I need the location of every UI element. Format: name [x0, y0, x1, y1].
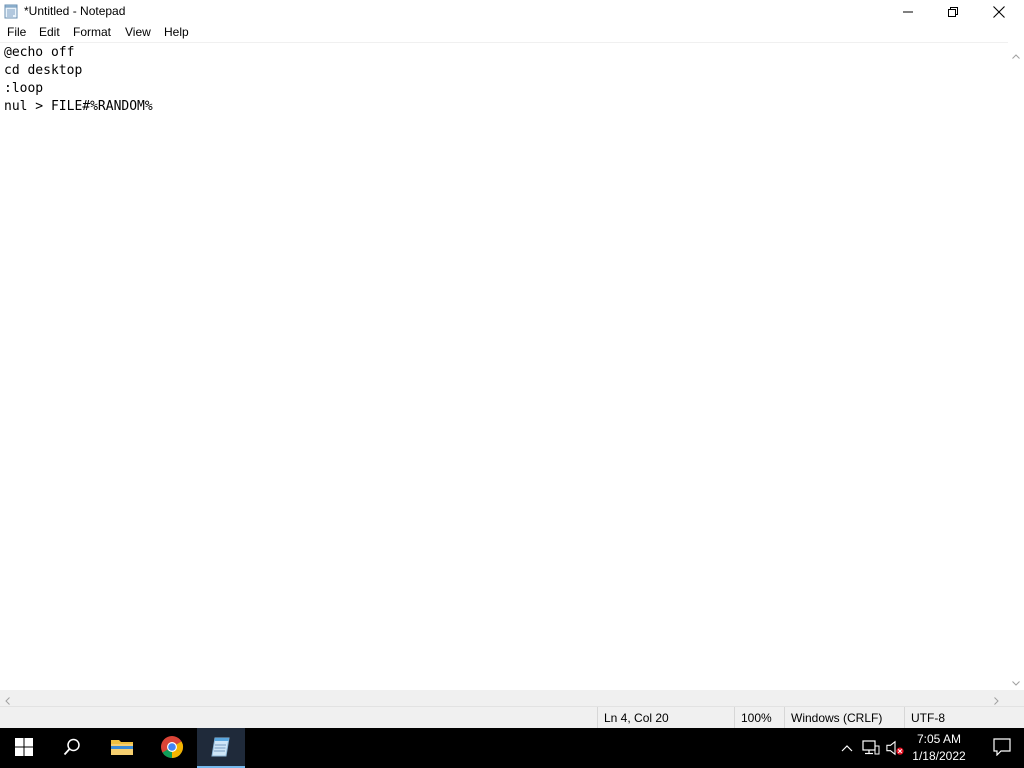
horizontal-scrollbar[interactable]	[0, 690, 1008, 706]
status-bar: Ln 4, Col 20 100% Windows (CRLF) UTF-8	[0, 706, 1024, 729]
scroll-up-icon[interactable]	[1012, 48, 1020, 62]
menu-edit[interactable]: Edit	[39, 25, 60, 40]
network-icon[interactable]	[862, 739, 880, 757]
search-button[interactable]	[48, 728, 96, 768]
menu-file[interactable]: File	[7, 25, 26, 40]
chrome-icon	[160, 735, 184, 762]
minimize-button[interactable]	[885, 0, 931, 23]
line-ending: Windows (CRLF)	[784, 707, 899, 729]
restore-button[interactable]	[930, 0, 976, 23]
notification-center-button[interactable]	[980, 728, 1024, 768]
scroll-down-icon[interactable]	[1012, 675, 1020, 689]
file-explorer-button[interactable]	[98, 728, 146, 768]
close-button[interactable]	[976, 0, 1022, 23]
chrome-button[interactable]	[148, 728, 196, 768]
taskbar: 7:05 AM 1/18/2022	[0, 728, 1024, 768]
minimize-icon	[903, 7, 913, 17]
volume-muted-icon[interactable]	[886, 739, 904, 757]
notepad-taskbar-button[interactable]	[197, 728, 245, 768]
editor-line: :loop	[4, 81, 44, 96]
start-icon	[15, 737, 33, 759]
search-icon	[63, 738, 81, 759]
window-title: *Untitled - Notepad	[24, 4, 126, 18]
restore-icon	[948, 6, 958, 17]
editor-line: nul > FILE#%RANDOM%	[4, 99, 153, 114]
menu-format[interactable]: Format	[73, 25, 111, 40]
cursor-position: Ln 4, Col 20	[597, 707, 732, 729]
clock-date: 1/18/2022	[912, 749, 966, 763]
chevron-up-icon[interactable]	[838, 739, 856, 757]
text-editor[interactable]: @echo off cd desktop :loop nul > FILE#%R…	[0, 42, 1008, 690]
menu-view[interactable]: View	[125, 25, 151, 40]
close-icon	[993, 5, 1005, 18]
clock-time: 7:05 AM	[916, 732, 962, 746]
notification-icon	[993, 737, 1011, 759]
vertical-scrollbar[interactable]	[1008, 42, 1024, 690]
scrollbar-corner	[1008, 690, 1024, 706]
title-bar[interactable]: *Untitled - Notepad	[0, 0, 1024, 23]
menu-bar: File Edit Format View Help	[0, 23, 1024, 42]
zoom-level: 100%	[734, 707, 784, 729]
editor-line: cd desktop	[4, 63, 83, 78]
start-button[interactable]	[0, 728, 48, 768]
menu-help[interactable]: Help	[164, 25, 189, 40]
file-explorer-icon	[110, 737, 134, 760]
encoding: UTF-8	[904, 707, 1024, 729]
editor-line: @echo off	[4, 45, 75, 60]
notepad-icon[interactable]	[4, 4, 18, 19]
notepad-icon	[209, 736, 233, 761]
system-clock[interactable]: 7:05 AM 1/18/2022	[906, 731, 972, 765]
